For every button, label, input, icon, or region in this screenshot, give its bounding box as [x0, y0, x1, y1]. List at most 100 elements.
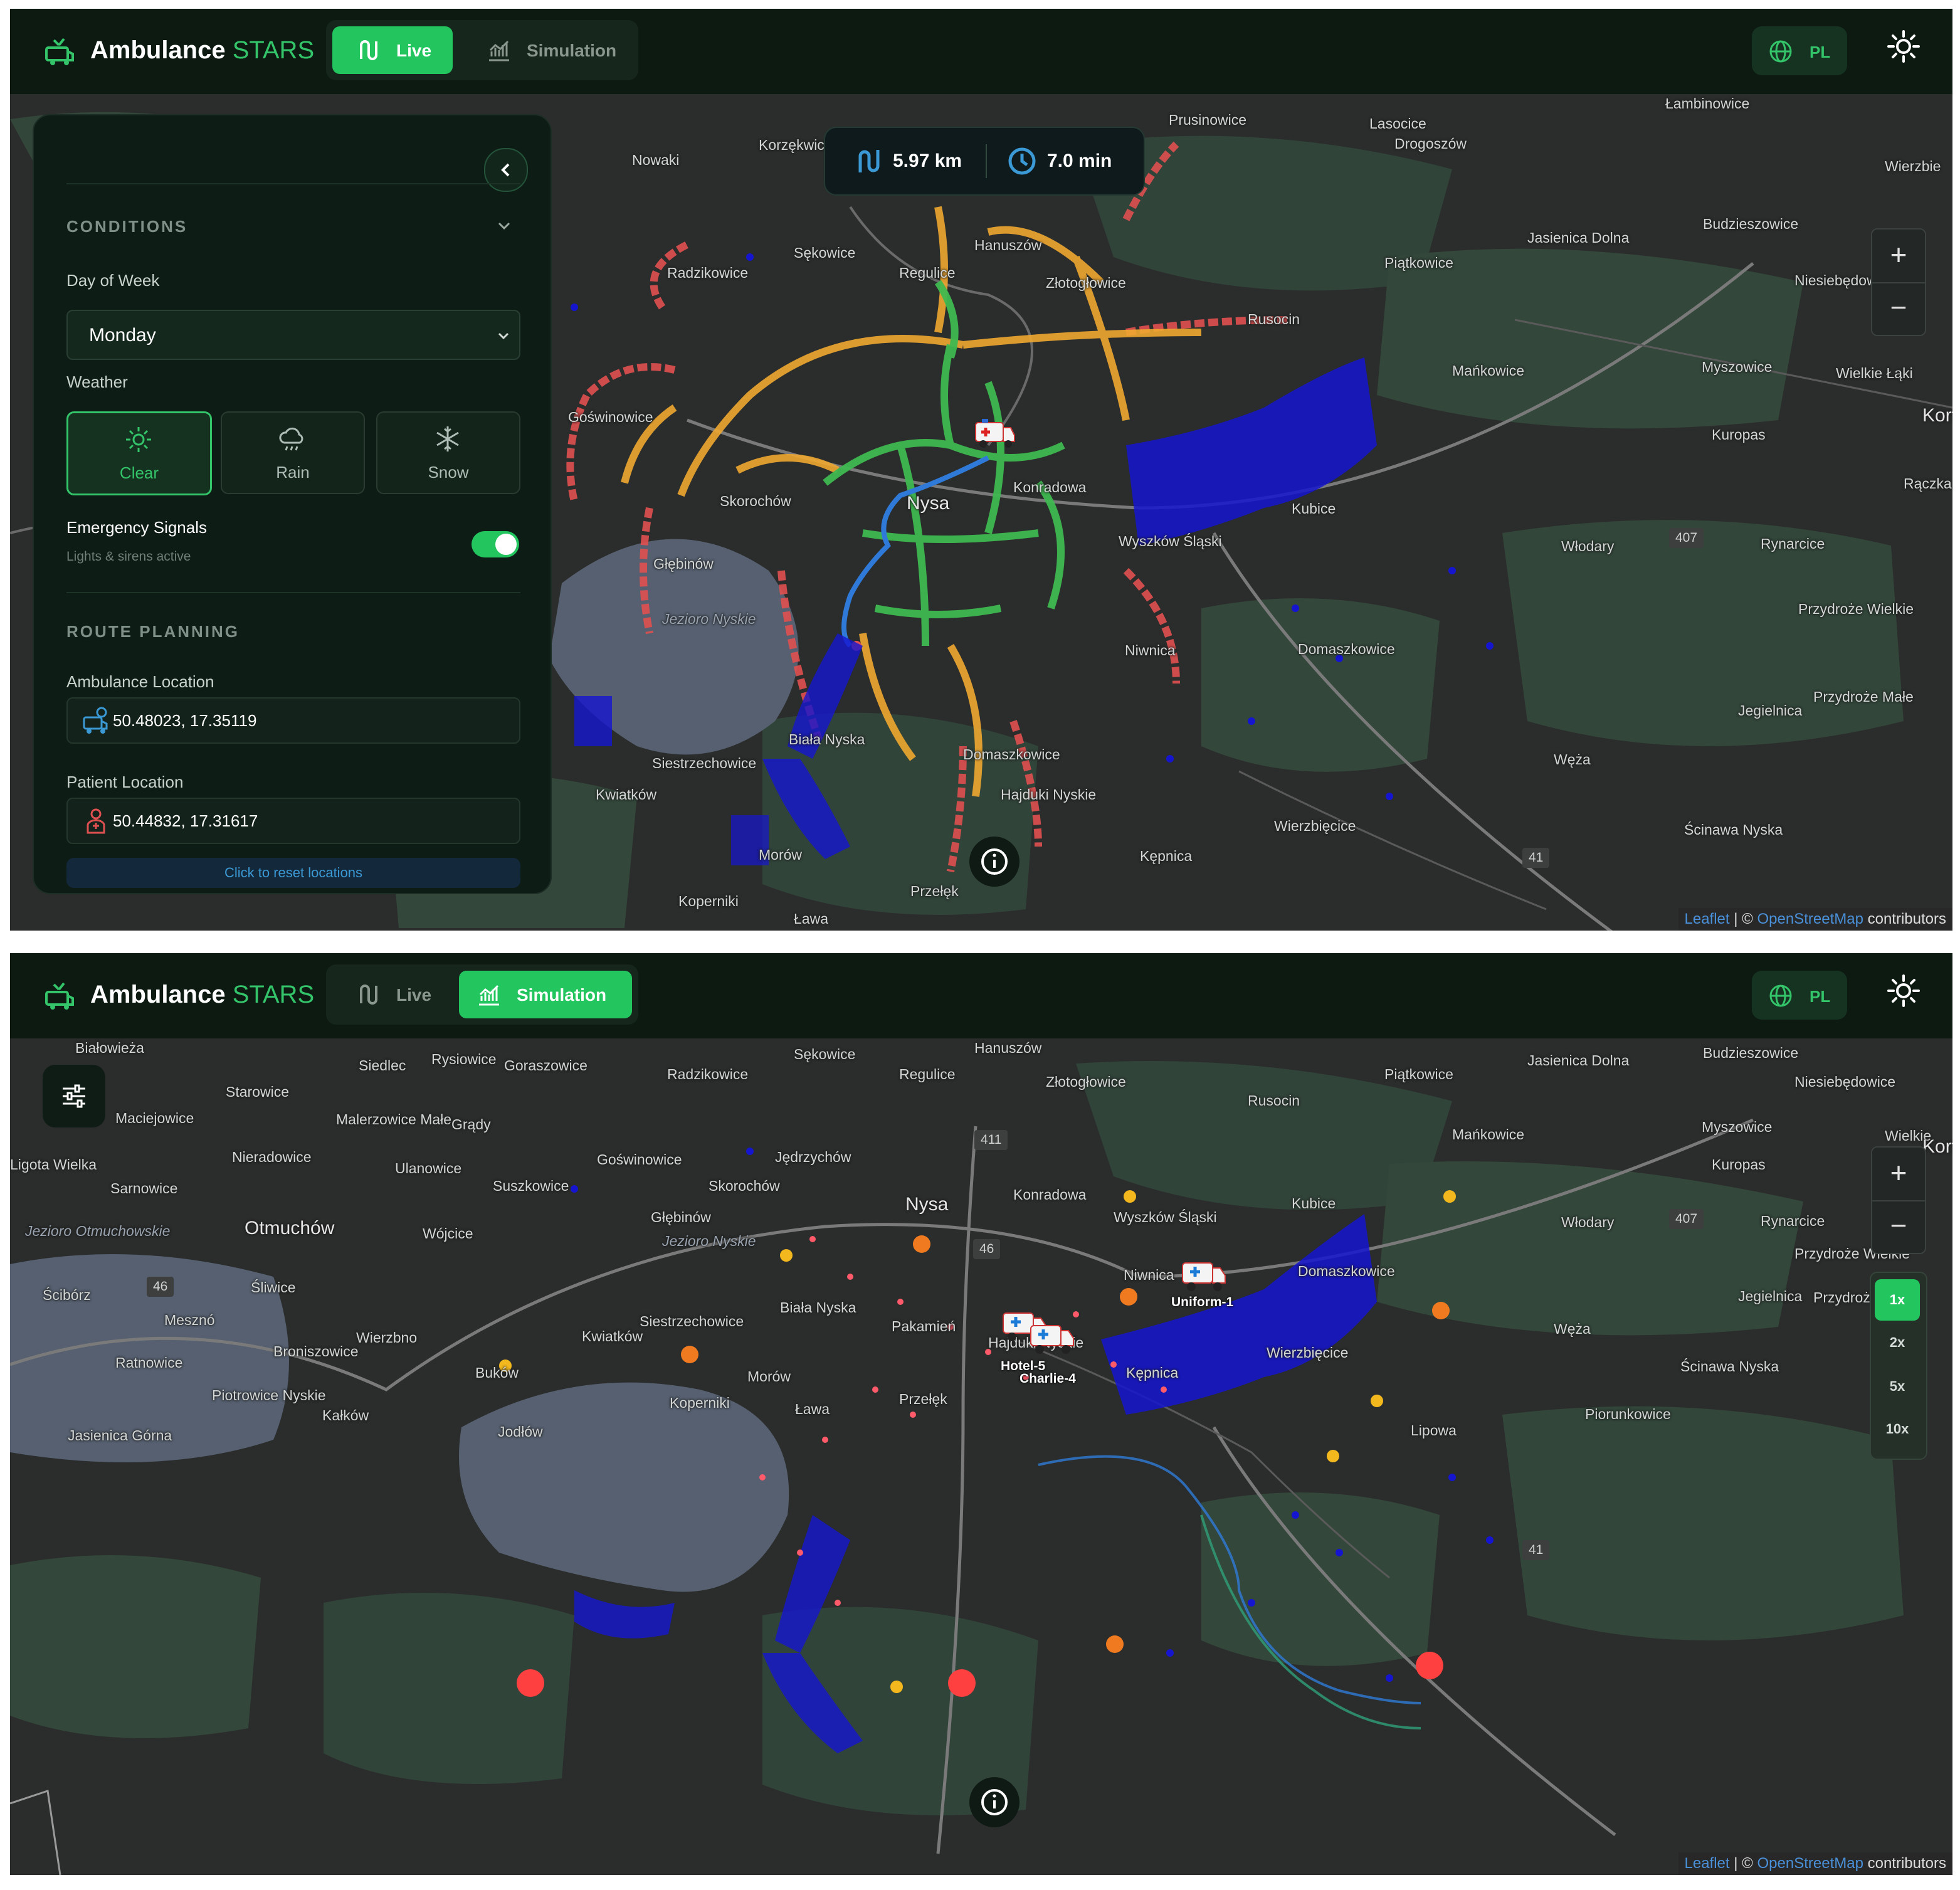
- simulation-view-screenshot: Ambulance STARS Live Simulation PL Biało…: [10, 953, 1952, 1875]
- leaflet-link[interactable]: Leaflet: [1685, 1855, 1730, 1872]
- collapse-panel-button[interactable]: [484, 148, 528, 192]
- place-label: Wyszków Śląski: [1114, 1209, 1217, 1225]
- zoom-control: + −: [1871, 228, 1926, 336]
- ambulance-unit-icon[interactable]: [1180, 1252, 1229, 1296]
- language-label: PL: [1810, 43, 1831, 61]
- live-tab[interactable]: Live: [332, 971, 453, 1018]
- place-label: Jasienica Dolna: [1527, 230, 1630, 246]
- leaflet-link[interactable]: Leaflet: [1685, 911, 1730, 927]
- unit-label-uniform-1: Uniform-1: [1171, 1295, 1234, 1309]
- route-icon: [360, 40, 377, 60]
- zoom-in-button[interactable]: +: [1872, 230, 1925, 283]
- conditions-title[interactable]: CONDITIONS: [66, 217, 187, 236]
- place-label: Korzękwice: [759, 137, 833, 153]
- place-label: Ława: [794, 911, 828, 927]
- place-label: Łambinowice: [1665, 95, 1750, 112]
- place-label: Domaszkowice: [963, 746, 1060, 763]
- simulation-tab[interactable]: Simulation: [469, 26, 631, 74]
- live-tab[interactable]: Live: [332, 26, 453, 74]
- chevron-down-icon[interactable]: [497, 218, 512, 233]
- place-label: Piotrowice Nyskie: [212, 1387, 326, 1403]
- place-label: Pakamień: [892, 1318, 956, 1334]
- info-button[interactable]: [969, 837, 1020, 887]
- language-label: PL: [1810, 987, 1831, 1006]
- place-label: Skorochów: [720, 493, 791, 509]
- place-label: Złotogłowice: [1046, 275, 1126, 291]
- toggle-knob: [495, 534, 517, 555]
- place-label: Jasienica Górna: [68, 1427, 172, 1444]
- ambulance-location-icon: [83, 707, 108, 734]
- ambulance-unit-icon[interactable]: [1028, 1314, 1077, 1358]
- route-icon: [360, 985, 377, 1005]
- snowflake-icon: [436, 426, 459, 451]
- place-label: Głębinów: [653, 556, 714, 572]
- osm-link[interactable]: OpenStreetMap: [1757, 1855, 1863, 1872]
- emergency-signals-label: Emergency Signals: [66, 518, 207, 537]
- weather-snow-button[interactable]: Snow: [376, 411, 520, 494]
- place-label: Jasienica Dolna: [1527, 1052, 1630, 1069]
- place-label: Hajduki Nyskie: [1001, 786, 1097, 803]
- day-of-week-label: Day of Week: [66, 271, 160, 290]
- weather-rain-label: Rain: [276, 463, 310, 482]
- place-label: Ława: [795, 1401, 830, 1417]
- conditions-panel: CONDITIONS Day of Week Monday Weather Cl…: [33, 114, 552, 894]
- place-label: Prusinowice: [1169, 112, 1246, 128]
- road-shield: 411: [974, 1130, 1008, 1150]
- lake-label: Jezioro Nyskie: [662, 611, 756, 627]
- weather-rain-button[interactable]: Rain: [221, 411, 365, 494]
- simulation-map[interactable]: Białowieża Rysiowice Goraszowice Siedlec…: [10, 1038, 1952, 1875]
- patient-location-field[interactable]: 50.44832, 17.31617: [66, 798, 520, 844]
- place-label: Korf: [1922, 405, 1952, 426]
- place-label: Złotogłowice: [1046, 1074, 1126, 1090]
- info-button[interactable]: [969, 1777, 1020, 1827]
- place-label: Koperniki: [670, 1395, 730, 1411]
- day-of-week-select[interactable]: Monday: [66, 310, 520, 360]
- place-label: Kubice: [1292, 500, 1336, 517]
- place-label: Ścinawa Nyska: [1684, 821, 1783, 838]
- place-label: Rynarcice: [1761, 536, 1825, 552]
- place-label: Regulice: [899, 1066, 956, 1082]
- place-label: Radzikowice: [667, 265, 749, 281]
- road-shield: 46: [147, 1277, 174, 1297]
- place-label: Morów: [747, 1368, 791, 1385]
- day-of-week-value: Monday: [89, 325, 156, 346]
- map-attribution: Leaflet | © OpenStreetMap contributors: [1678, 908, 1952, 931]
- language-button[interactable]: PL: [1752, 971, 1847, 1020]
- zoom-out-button[interactable]: −: [1872, 1200, 1925, 1253]
- place-label: Kuropas: [1712, 1156, 1766, 1173]
- road-shield: 407: [1669, 1209, 1704, 1229]
- filter-settings-button[interactable]: [43, 1065, 105, 1127]
- zoom-in-button[interactable]: +: [1872, 1148, 1925, 1201]
- sun-theme-icon[interactable]: [1885, 972, 1922, 1010]
- place-label: Włodary: [1561, 538, 1615, 554]
- place-label: Otmuchów: [245, 1218, 335, 1238]
- ambulance-marker-icon[interactable]: [973, 416, 1017, 449]
- place-label: Rączka: [1904, 475, 1952, 492]
- weather-clear-button[interactable]: Clear: [66, 411, 212, 495]
- ambulance-location-field[interactable]: 50.48023, 17.35119: [66, 697, 520, 744]
- place-label: Myszowice: [1702, 1119, 1773, 1135]
- language-button[interactable]: PL: [1752, 26, 1847, 75]
- place-label: Rynarcice: [1761, 1213, 1825, 1229]
- sun-theme-icon[interactable]: [1885, 28, 1922, 65]
- zoom-out-button[interactable]: −: [1872, 282, 1925, 335]
- osm-link[interactable]: OpenStreetMap: [1757, 911, 1863, 927]
- panel-divider: [66, 592, 520, 593]
- place-label: Wierzbno: [356, 1329, 418, 1346]
- place-label: Drogoszów: [1394, 135, 1467, 152]
- place-label: Niwnica: [1125, 642, 1176, 658]
- road-shield: 46: [973, 1239, 1001, 1259]
- simulation-speed-control: 1x 2x 5x 10x: [1870, 1272, 1927, 1460]
- reset-locations-button[interactable]: Click to reset locations: [66, 858, 520, 888]
- lake-label: Jezioro Nyskie: [662, 1233, 756, 1249]
- place-label: Kałków: [322, 1407, 369, 1423]
- patient-location-value: 50.44832, 17.31617: [113, 811, 258, 830]
- simulation-tab[interactable]: Simulation: [459, 971, 632, 1018]
- emergency-signals-toggle[interactable]: [472, 531, 519, 557]
- speed-5x-button[interactable]: 5x: [1875, 1366, 1920, 1407]
- speed-1x-button[interactable]: 1x: [1875, 1279, 1920, 1321]
- speed-10x-button[interactable]: 10x: [1875, 1408, 1920, 1450]
- zoom-control: + −: [1871, 1146, 1926, 1254]
- place-label: Goświnowice: [597, 1151, 682, 1168]
- speed-2x-button[interactable]: 2x: [1875, 1322, 1920, 1363]
